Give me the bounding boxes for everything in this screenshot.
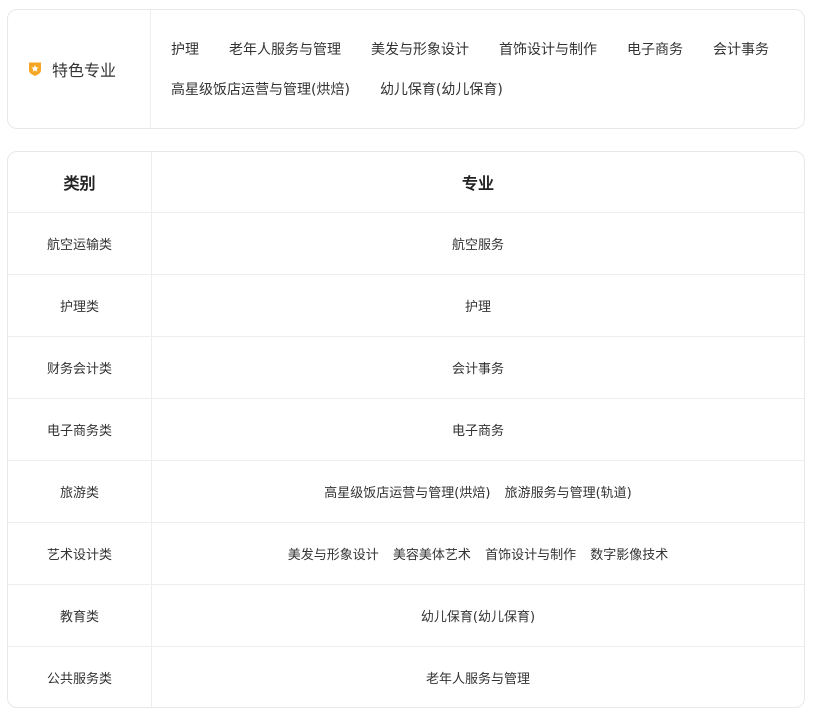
- featured-tag[interactable]: 护理: [171, 32, 199, 72]
- major-link[interactable]: 旅游服务与管理(轨道): [505, 486, 632, 501]
- category-cell: 艺术设计类: [8, 522, 152, 585]
- major-link[interactable]: 数字影像技术: [590, 548, 668, 563]
- majors-cell: 高星级饭店运营与管理(烘焙) 旅游服务与管理(轨道): [151, 460, 804, 523]
- featured-tag[interactable]: 美发与形象设计: [371, 32, 469, 72]
- table-header-row: 类别 专业: [8, 152, 804, 213]
- featured-majors-panel: 特色专业 护理 老年人服务与管理 美发与形象设计 首饰设计与制作 电子商务 会计…: [7, 9, 805, 129]
- majors-cell: 电子商务: [151, 398, 804, 461]
- category-cell: 航空运输类: [8, 212, 152, 275]
- table-row: 公共服务类 老年人服务与管理: [8, 646, 805, 708]
- category-cell: 旅游类: [8, 460, 152, 523]
- major-link[interactable]: 美容美体艺术: [393, 548, 471, 563]
- majors-cell: 会计事务: [151, 336, 804, 399]
- major-link[interactable]: 高星级饭店运营与管理(烘焙): [324, 486, 490, 501]
- table-row: 财务会计类 会计事务: [8, 336, 804, 399]
- majors-table-container: 类别 专业 航空运输类 航空服务 护理类 护理 财务会计类 会计事务 电子商务类…: [7, 151, 805, 708]
- majors-cell: 美发与形象设计 美容美体艺术 首饰设计与制作 数字影像技术: [151, 522, 804, 585]
- category-cell: 财务会计类: [8, 336, 152, 399]
- major-column-header: 专业: [151, 152, 804, 213]
- major-link[interactable]: 老年人服务与管理: [426, 672, 530, 687]
- star-badge-icon: [29, 62, 41, 76]
- major-link[interactable]: 美发与形象设计: [288, 548, 379, 563]
- major-link[interactable]: 电子商务: [452, 424, 504, 439]
- major-link[interactable]: 航空服务: [452, 238, 504, 253]
- featured-tag[interactable]: 会计事务: [713, 32, 769, 72]
- featured-tags-list: 护理 老年人服务与管理 美发与形象设计 首饰设计与制作 电子商务 会计事务 高星…: [151, 10, 804, 128]
- featured-tag[interactable]: 电子商务: [627, 32, 683, 72]
- featured-tag[interactable]: 幼儿保育(幼儿保育): [380, 72, 503, 112]
- category-cell: 教育类: [8, 584, 152, 647]
- major-link[interactable]: 会计事务: [452, 362, 504, 377]
- featured-majors-label-box: 特色专业: [8, 10, 151, 128]
- table-row: 教育类 幼儿保育(幼儿保育): [8, 584, 804, 647]
- major-link[interactable]: 护理: [465, 300, 491, 315]
- majors-cell: 护理: [151, 274, 804, 337]
- table-row: 艺术设计类 美发与形象设计 美容美体艺术 首饰设计与制作 数字影像技术: [8, 522, 804, 585]
- table-row: 旅游类 高星级饭店运营与管理(烘焙) 旅游服务与管理(轨道): [8, 460, 804, 523]
- category-cell: 护理类: [8, 274, 152, 337]
- majors-cell: 航空服务: [151, 212, 804, 275]
- category-column-header: 类别: [8, 152, 152, 213]
- table-row: 电子商务类 电子商务: [8, 398, 804, 461]
- majors-cell: 老年人服务与管理: [152, 647, 805, 708]
- category-cell: 电子商务类: [8, 398, 152, 461]
- featured-majors-title: 特色专业: [52, 61, 117, 80]
- major-link[interactable]: 幼儿保育(幼儿保育): [421, 610, 535, 625]
- major-link[interactable]: 首饰设计与制作: [485, 548, 576, 563]
- table-row: 航空运输类 航空服务: [8, 212, 804, 275]
- featured-tag[interactable]: 高星级饭店运营与管理(烘焙): [171, 72, 350, 112]
- category-cell: 公共服务类: [8, 646, 152, 707]
- featured-tag[interactable]: 老年人服务与管理: [229, 32, 341, 72]
- majors-cell: 幼儿保育(幼儿保育): [151, 584, 804, 647]
- table-row: 护理类 护理: [8, 274, 804, 337]
- featured-tag[interactable]: 首饰设计与制作: [499, 32, 597, 72]
- majors-table: 类别 专业 航空运输类 航空服务 护理类 护理 财务会计类 会计事务 电子商务类…: [8, 152, 805, 708]
